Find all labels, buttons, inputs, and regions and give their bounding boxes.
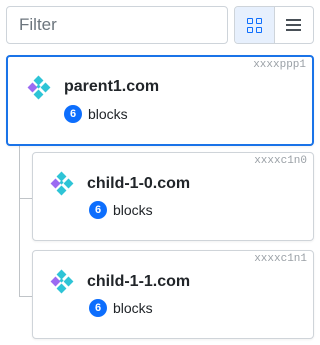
- node-id: xxxxppp1: [253, 59, 306, 71]
- node-card-parent[interactable]: xxxxppp1 parent1.com 6 blocks: [6, 55, 314, 146]
- view-toggle: [234, 6, 314, 44]
- blocks-label: blocks: [113, 202, 153, 218]
- grid-view-button[interactable]: [235, 7, 275, 43]
- blocks-label: blocks: [113, 300, 153, 316]
- node-name: child-1-1.com: [87, 273, 191, 290]
- filter-input[interactable]: [6, 6, 228, 44]
- node-card-child-1[interactable]: xxxxc1n1 child-1-1.com 6 blocks: [32, 250, 314, 339]
- tree-line-vertical: [19, 146, 20, 296]
- blocks-info: 6 blocks: [89, 201, 153, 219]
- node-logo-icon: [50, 269, 74, 294]
- list-icon: [286, 16, 302, 34]
- node-card-child-0[interactable]: xxxxc1n0 child-1-0.com 6 blocks: [32, 152, 314, 241]
- tree-line-branch-1: [19, 296, 32, 297]
- node-name: parent1.com: [64, 78, 160, 95]
- blocks-count-badge: 6: [64, 105, 82, 123]
- blocks-label: blocks: [88, 106, 128, 122]
- node-id: xxxxc1n1: [254, 253, 307, 265]
- toolbar: [6, 6, 314, 46]
- tree-line-branch-0: [19, 198, 32, 199]
- list-view-button[interactable]: [275, 7, 314, 43]
- grid-icon: [246, 17, 262, 33]
- node-logo-icon: [50, 171, 74, 196]
- blocks-info: 6 blocks: [89, 299, 153, 317]
- blocks-info: 6 blocks: [64, 105, 128, 123]
- node-id: xxxxc1n0: [254, 155, 307, 167]
- node-logo-icon: [27, 75, 51, 100]
- node-name: child-1-0.com: [87, 175, 191, 192]
- blocks-count-badge: 6: [89, 299, 107, 317]
- blocks-count-badge: 6: [89, 201, 107, 219]
